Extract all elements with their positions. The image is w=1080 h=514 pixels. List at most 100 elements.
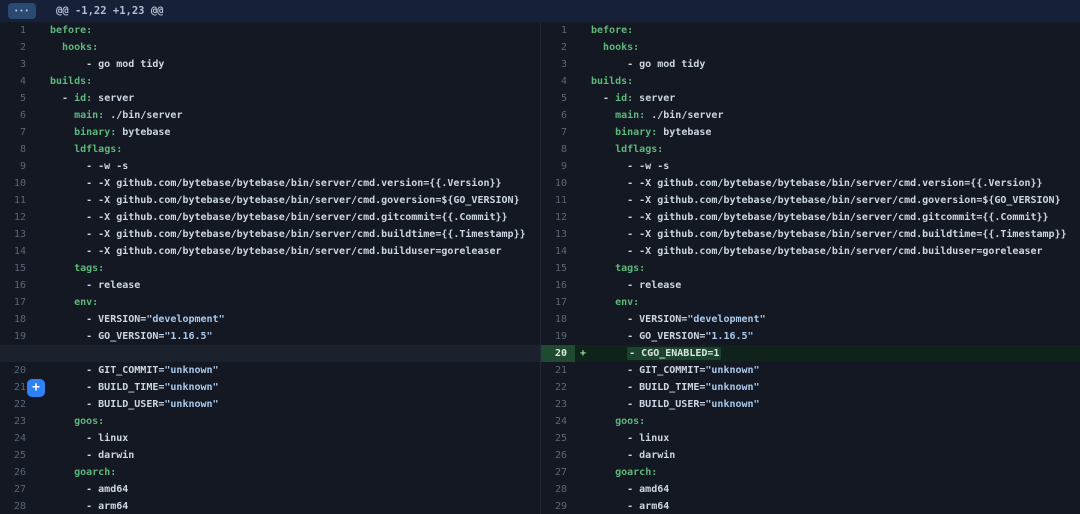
yaml-text: - GO_VERSION= — [591, 331, 705, 342]
yaml-key: ldflags: — [74, 144, 122, 155]
line-number[interactable]: 27 — [541, 464, 575, 481]
line-number[interactable]: 13 — [0, 226, 34, 243]
code-line: - BUILD_USER="unknown" — [50, 399, 219, 410]
yaml-text: - linux — [591, 433, 669, 444]
yaml-text — [50, 467, 74, 478]
code-line: - CGO_ENABLED=1 — [591, 348, 721, 359]
yaml-key: env: — [615, 297, 639, 308]
line-number[interactable]: 12 — [541, 209, 575, 226]
hunk-label: @@ -1,22 +1,23 @@ — [56, 5, 163, 17]
code-line: goarch: — [50, 467, 116, 478]
code-line: main: ./bin/server — [591, 110, 723, 121]
line-number[interactable]: 16 — [541, 277, 575, 294]
code-line: - release — [591, 280, 681, 291]
line-number[interactable]: 11 — [0, 192, 34, 209]
line-number[interactable]: 28 — [0, 498, 34, 514]
code-line: - id: server — [50, 93, 134, 104]
code-line: - -X github.com/bytebase/bytebase/bin/se… — [50, 195, 520, 206]
line-number[interactable]: 19 — [0, 328, 34, 345]
line-number[interactable]: 29 — [541, 498, 575, 514]
expand-hunk-button[interactable]: ••• — [8, 3, 36, 19]
yaml-key: id: — [74, 93, 92, 104]
line-number[interactable]: 12 — [0, 209, 34, 226]
line-number[interactable]: 2 — [0, 39, 34, 56]
line-number[interactable]: 10 — [0, 175, 34, 192]
yaml-text: ./bin/server — [645, 110, 723, 121]
line-number[interactable]: 15 — [541, 260, 575, 277]
line-number[interactable]: 7 — [541, 124, 575, 141]
yaml-string: "1.16.5" — [705, 331, 753, 342]
line-number[interactable]: 3 — [0, 56, 34, 73]
line-number[interactable]: 10 — [541, 175, 575, 192]
line-number[interactable]: 4 — [0, 73, 34, 90]
yaml-text — [591, 127, 615, 138]
line-number[interactable]: 11 — [541, 192, 575, 209]
line-number[interactable]: 27 — [0, 481, 34, 498]
line-number[interactable]: 24 — [0, 430, 34, 447]
line-number[interactable]: 5 — [0, 90, 34, 107]
line-number[interactable]: 9 — [0, 158, 34, 175]
line-number[interactable]: 6 — [541, 107, 575, 124]
line-number[interactable]: 1 — [541, 22, 575, 39]
line-number[interactable]: 13 — [541, 226, 575, 243]
diff-row: 22 - BUILD_USER="unknown" — [0, 396, 540, 413]
add-comment-button[interactable]: + — [27, 379, 45, 397]
line-number[interactable]: 22 — [0, 396, 34, 413]
line-number[interactable]: 20 — [541, 345, 575, 362]
yaml-key: tags: — [615, 263, 645, 274]
line-number[interactable]: 25 — [541, 430, 575, 447]
code-line: - BUILD_USER="unknown" — [591, 399, 760, 410]
line-number[interactable]: 7 — [0, 124, 34, 141]
line-number[interactable]: 26 — [0, 464, 34, 481]
line-number[interactable]: 23 — [0, 413, 34, 430]
yaml-text — [591, 42, 603, 53]
line-number[interactable]: 19 — [541, 328, 575, 345]
line-number[interactable]: 28 — [541, 481, 575, 498]
yaml-text: - darwin — [50, 450, 134, 461]
line-number[interactable]: 15 — [0, 260, 34, 277]
yaml-key: before: — [591, 25, 633, 36]
code-line: - linux — [591, 433, 669, 444]
diff-row: 2 hooks: — [541, 39, 1080, 56]
diff-pane-old: 1before:2 hooks:3 - go mod tidy4builds:5… — [0, 22, 540, 514]
line-number[interactable]: 8 — [0, 141, 34, 158]
line-number[interactable]: 9 — [541, 158, 575, 175]
yaml-text — [591, 416, 615, 427]
line-number[interactable]: 25 — [0, 447, 34, 464]
yaml-text: - -X github.com/bytebase/bytebase/bin/se… — [591, 246, 1043, 257]
code-line: before: — [50, 25, 92, 36]
line-number[interactable]: 20 — [0, 362, 34, 379]
line-number[interactable]: 8 — [541, 141, 575, 158]
diff-row: 17 env: — [0, 294, 540, 311]
line-number[interactable]: 3 — [541, 56, 575, 73]
line-number[interactable]: 17 — [541, 294, 575, 311]
line-number[interactable]: 21 — [541, 362, 575, 379]
line-number[interactable]: 24 — [541, 413, 575, 430]
line-number[interactable]: 5 — [541, 90, 575, 107]
line-number[interactable]: 26 — [541, 447, 575, 464]
yaml-text — [591, 467, 615, 478]
line-number[interactable]: 14 — [0, 243, 34, 260]
line-number[interactable]: 4 — [541, 73, 575, 90]
code-line: - -X github.com/bytebase/bytebase/bin/se… — [50, 212, 508, 223]
diff-row: 18 - VERSION="development" — [0, 311, 540, 328]
line-number[interactable]: 22 — [541, 379, 575, 396]
yaml-key: hooks: — [603, 42, 639, 53]
diff-row: 29 - arm64 — [541, 498, 1080, 514]
diff-row: 1 before: — [541, 22, 1080, 39]
line-number[interactable]: 18 — [0, 311, 34, 328]
line-number[interactable]: 17 — [0, 294, 34, 311]
line-number[interactable]: 16 — [0, 277, 34, 294]
code-line: tags: — [591, 263, 645, 274]
diff-placeholder-row — [0, 345, 540, 362]
diff-row: 19 - GO_VERSION="1.16.5" — [0, 328, 540, 345]
code-line: env: — [591, 297, 639, 308]
line-number[interactable]: 1 — [0, 22, 34, 39]
line-number[interactable]: 2 — [541, 39, 575, 56]
line-number[interactable]: 14 — [541, 243, 575, 260]
line-number[interactable]: 18 — [541, 311, 575, 328]
line-number[interactable]: 23 — [541, 396, 575, 413]
diff-row: 11 - -X github.com/bytebase/bytebase/bin… — [541, 192, 1080, 209]
line-number[interactable]: 6 — [0, 107, 34, 124]
diff-viewer: ••• @@ -1,22 +1,23 @@ 1before:2 hooks:3 … — [0, 0, 1080, 514]
